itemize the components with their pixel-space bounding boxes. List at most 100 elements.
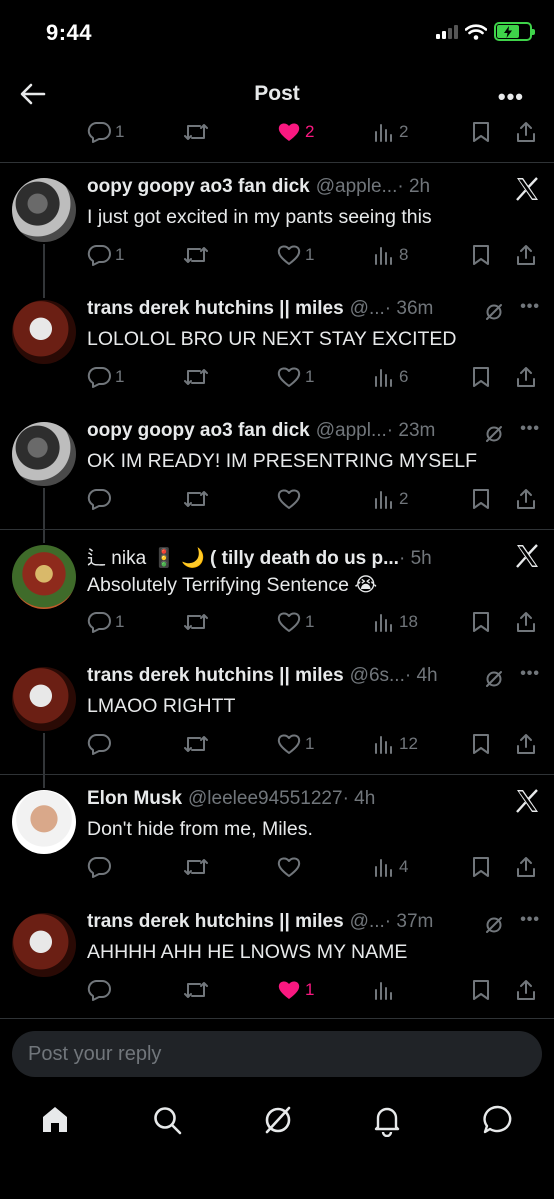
share-button[interactable] (515, 731, 537, 757)
more-dots-icon[interactable]: ••• (498, 84, 524, 110)
reply-button[interactable]: 1 (87, 609, 124, 635)
reply-button[interactable] (87, 854, 115, 880)
views-button[interactable]: 4 (373, 854, 408, 880)
reply-post[interactable]: ⻍ nika 🚦 🌙 ( tilly death do us p... · 5h … (0, 543, 554, 653)
views-button[interactable] (373, 977, 399, 1003)
like-button[interactable] (277, 854, 305, 880)
reply-button[interactable] (87, 486, 115, 512)
bookmark-button[interactable] (471, 609, 491, 635)
share-button[interactable] (515, 119, 537, 145)
user-handle[interactable]: @... (350, 298, 385, 320)
views-button[interactable]: 18 (373, 609, 418, 635)
messages-icon[interactable] (481, 1103, 515, 1137)
views-button[interactable]: 12 (373, 731, 418, 757)
like-button[interactable]: 2 (277, 119, 314, 145)
reply-post[interactable]: trans derek hutchins || miles @... · 36m … (0, 298, 554, 408)
views-button[interactable]: 8 (373, 242, 408, 268)
avatar[interactable] (12, 913, 76, 977)
bookmark-button[interactable] (471, 486, 491, 512)
repost-button[interactable] (183, 731, 209, 757)
heart-icon (277, 489, 301, 509)
user-handle[interactable]: @6s... (350, 665, 405, 687)
more-dots-icon[interactable]: ••• (520, 420, 540, 438)
bookmark-button[interactable] (471, 119, 491, 145)
grok-icon[interactable] (484, 302, 504, 322)
heart-icon (277, 857, 301, 877)
share-button[interactable] (515, 364, 537, 390)
search-icon[interactable] (150, 1103, 184, 1137)
reply-post[interactable]: Elon Musk @leelee94551227 · 4h Don't hide… (0, 788, 554, 898)
share-button[interactable] (515, 242, 537, 268)
more-dots-icon[interactable]: ••• (520, 665, 540, 683)
grok-icon[interactable] (484, 669, 504, 689)
share-button[interactable] (515, 854, 537, 880)
display-name[interactable]: oopy goopy ao3 fan dick (87, 420, 310, 442)
like-button[interactable]: 1 (277, 364, 314, 390)
x-logo-icon[interactable] (514, 788, 540, 814)
home-icon[interactable] (38, 1103, 72, 1137)
views-chart-icon (375, 614, 392, 632)
bookmark-icon (473, 122, 489, 142)
share-button[interactable] (515, 486, 537, 512)
avatar[interactable] (12, 300, 76, 364)
like-button[interactable] (277, 486, 305, 512)
user-handle[interactable]: @... (350, 911, 385, 933)
reply-post[interactable]: trans derek hutchins || miles @... · 37m … (0, 911, 554, 1021)
views-button[interactable]: 6 (373, 364, 408, 390)
grok-icon[interactable] (261, 1103, 295, 1137)
repost-button[interactable] (183, 119, 209, 145)
like-button[interactable]: 1 (277, 731, 314, 757)
avatar[interactable] (12, 422, 76, 486)
user-handle[interactable]: @apple... (316, 176, 398, 198)
reply-post[interactable]: oopy goopy ao3 fan dick @apple... · 2h I … (0, 176, 554, 286)
avatar[interactable] (12, 545, 76, 609)
reply-button[interactable]: 1 (87, 119, 124, 145)
bookmark-button[interactable] (471, 854, 491, 880)
reply-button[interactable]: 1 (87, 242, 124, 268)
reply-button[interactable]: 1 (87, 364, 124, 390)
share-button[interactable] (515, 609, 537, 635)
reply-post[interactable]: oopy goopy ao3 fan dick @appl... · 23m ••… (0, 420, 554, 530)
like-button[interactable]: 1 (277, 242, 314, 268)
avatar[interactable] (12, 790, 76, 854)
display-name[interactable]: trans derek hutchins || miles (87, 665, 344, 687)
bookmark-button[interactable] (471, 242, 491, 268)
share-button[interactable] (515, 977, 537, 1003)
repost-button[interactable] (183, 977, 209, 1003)
reply-post[interactable]: trans derek hutchins || miles @6s... · 4h… (0, 665, 554, 775)
like-button[interactable]: 1 (277, 609, 314, 635)
display-name[interactable]: 🚦 🌙 ( tilly death do us p... (152, 546, 399, 569)
user-handle[interactable]: @leelee94551227 (188, 788, 343, 810)
like-button[interactable]: 1 (277, 977, 314, 1003)
repost-button[interactable] (183, 242, 209, 268)
post-meta: trans derek hutchins || miles @... · 37m (87, 911, 433, 937)
more-dots-icon[interactable]: ••• (520, 911, 540, 929)
x-logo-icon[interactable] (514, 176, 540, 202)
views-button[interactable]: 2 (373, 119, 408, 145)
avatar[interactable] (12, 667, 76, 731)
grok-icon[interactable] (484, 424, 504, 444)
bookmark-button[interactable] (471, 364, 491, 390)
repost-button[interactable] (183, 364, 209, 390)
avatar[interactable] (12, 178, 76, 242)
views-button[interactable]: 2 (373, 486, 408, 512)
more-dots-icon[interactable]: ••• (520, 298, 540, 316)
reply-input[interactable]: Post your reply (12, 1031, 542, 1077)
reply-button[interactable] (87, 977, 115, 1003)
grok-icon[interactable] (484, 915, 504, 935)
display-name[interactable]: trans derek hutchins || miles (87, 298, 344, 320)
display-name[interactable]: Elon Musk (87, 788, 182, 810)
x-logo-icon[interactable] (514, 543, 540, 569)
bookmark-button[interactable] (471, 977, 491, 1003)
repost-button[interactable] (183, 609, 209, 635)
bookmark-button[interactable] (471, 731, 491, 757)
display-name[interactable]: trans derek hutchins || miles (87, 911, 344, 933)
display-name[interactable]: oopy goopy ao3 fan dick (87, 176, 310, 198)
repost-button[interactable] (183, 486, 209, 512)
repost-button[interactable] (183, 854, 209, 880)
notifications-icon[interactable] (370, 1103, 404, 1137)
user-handle[interactable]: @appl... (316, 420, 387, 442)
status-time: 9:44 (46, 20, 93, 45)
reply-button[interactable] (87, 731, 115, 757)
reply-icon (87, 122, 111, 143)
